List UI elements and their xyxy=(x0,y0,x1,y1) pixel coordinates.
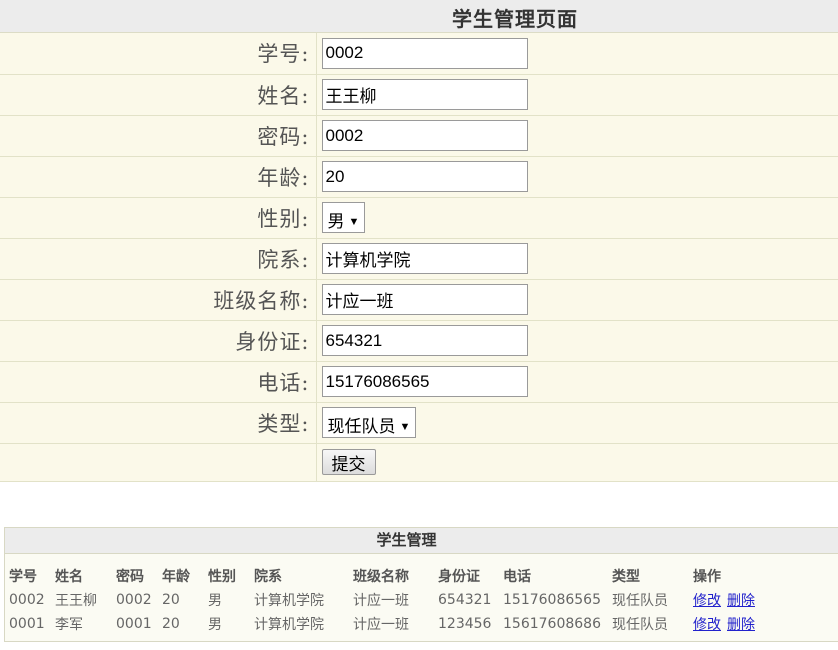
column-header: 学号 xyxy=(9,569,37,585)
submit-button[interactable]: 提交 xyxy=(321,449,376,475)
phone-label: 电话: xyxy=(0,361,317,403)
form-row-password: 密码: xyxy=(0,115,838,157)
column-header: 身份证 xyxy=(438,569,480,585)
table-row: 0002 王王柳 0002 20 男 计算机学院 计应一班 654321 151… xyxy=(9,588,773,612)
cell-id-card: 654321 xyxy=(438,592,492,608)
cell-password: 0001 xyxy=(116,616,152,632)
column-header: 姓名 xyxy=(55,569,83,585)
table-header-row: 学号 姓名 密码 年龄 性别 院系 班级名称 身份证 电话 类型 操作 xyxy=(9,564,773,588)
form-row-class-name: 班级名称: xyxy=(0,279,838,321)
gender-select-value: 男 xyxy=(327,212,345,231)
cell-id: 0001 xyxy=(9,616,45,632)
type-select-value: 现任队员 xyxy=(327,417,396,436)
dropdown-arrow-icon: ▼ xyxy=(399,421,411,433)
cell-type: 现任队员 xyxy=(612,617,668,633)
cell-age: 20 xyxy=(162,616,180,632)
password-input[interactable] xyxy=(321,120,528,151)
cell-password: 0002 xyxy=(116,592,152,608)
id-card-input[interactable] xyxy=(321,325,528,356)
column-header: 班级名称 xyxy=(353,569,409,585)
student-list-title: 学生管理 xyxy=(5,528,838,554)
class-name-input[interactable] xyxy=(321,284,528,315)
cell-gender: 男 xyxy=(208,593,222,609)
student-form: 学号: 姓名: 密码: 年龄: 性别: 男▼ 院系: 班级名称: 身份证: 电话… xyxy=(0,33,838,482)
cell-age: 20 xyxy=(162,592,180,608)
cell-id: 0002 xyxy=(9,592,45,608)
department-label: 院系: xyxy=(0,238,317,280)
delete-link[interactable]: 删除 xyxy=(727,593,755,609)
form-row-name: 姓名: xyxy=(0,74,838,116)
student-list-panel: 学生管理 学号 姓名 密码 年龄 性别 院系 班级名称 身份证 电话 类型 操作… xyxy=(4,527,838,642)
name-label: 姓名: xyxy=(0,74,317,116)
page-header: 学生管理页面 xyxy=(0,0,838,33)
cell-id-card: 123456 xyxy=(438,616,492,632)
gender-label: 性别: xyxy=(0,197,317,239)
page-title: 学生管理页面 xyxy=(452,7,578,31)
form-row-id-card: 身份证: xyxy=(0,320,838,362)
cell-name: 李军 xyxy=(55,617,83,633)
cell-phone: 15176086565 xyxy=(503,592,601,608)
edit-link[interactable]: 修改 xyxy=(693,617,721,633)
form-row-student-id: 学号: xyxy=(0,33,838,75)
cell-phone: 15617608686 xyxy=(503,616,601,632)
column-header: 电话 xyxy=(503,569,531,585)
form-row-submit: 提交 xyxy=(0,443,838,482)
form-row-age: 年龄: xyxy=(0,156,838,198)
cell-name: 王王柳 xyxy=(55,593,97,609)
student-id-input[interactable] xyxy=(321,37,528,69)
type-select[interactable]: 现任队员 ▼ xyxy=(321,407,417,438)
cell-class: 计应一班 xyxy=(353,617,409,633)
column-header: 类型 xyxy=(612,569,640,585)
column-header: 年龄 xyxy=(162,569,190,585)
age-input[interactable] xyxy=(321,161,528,192)
dropdown-arrow-icon: ▼ xyxy=(348,216,360,228)
table-row: 0001 李军 0001 20 男 计算机学院 计应一班 123456 1561… xyxy=(9,612,773,636)
type-label: 类型: xyxy=(0,402,317,444)
column-header: 操作 xyxy=(693,569,721,585)
form-row-type: 类型: 现任队员 ▼ xyxy=(0,402,838,444)
column-header: 院系 xyxy=(254,569,282,585)
cell-actions: 修改 删除 xyxy=(693,612,773,636)
gender-select[interactable]: 男 ▼ xyxy=(321,202,366,233)
column-header: 密码 xyxy=(116,569,144,585)
cell-type: 现任队员 xyxy=(612,593,668,609)
delete-link[interactable]: 删除 xyxy=(727,617,755,633)
id-card-label: 身份证: xyxy=(0,320,317,362)
cell-gender: 男 xyxy=(208,617,222,633)
form-row-gender: 性别: 男 ▼ xyxy=(0,197,838,239)
password-label: 密码: xyxy=(0,115,317,157)
name-input[interactable] xyxy=(321,79,528,110)
form-row-department: 院系: xyxy=(0,238,838,280)
cell-actions: 修改 删除 xyxy=(693,588,773,612)
age-label: 年龄: xyxy=(0,156,317,198)
form-row-phone: 电话: xyxy=(0,361,838,403)
class-name-label: 班级名称: xyxy=(0,279,317,321)
cell-class: 计应一班 xyxy=(353,593,409,609)
student-id-label: 学号: xyxy=(0,33,317,75)
department-input[interactable] xyxy=(321,243,528,274)
cell-department: 计算机学院 xyxy=(254,593,324,609)
column-header: 性别 xyxy=(208,569,236,585)
student-table: 学号 姓名 密码 年龄 性别 院系 班级名称 身份证 电话 类型 操作 0002… xyxy=(9,564,773,636)
cell-department: 计算机学院 xyxy=(254,617,324,633)
edit-link[interactable]: 修改 xyxy=(693,593,721,609)
phone-input[interactable] xyxy=(321,366,528,397)
